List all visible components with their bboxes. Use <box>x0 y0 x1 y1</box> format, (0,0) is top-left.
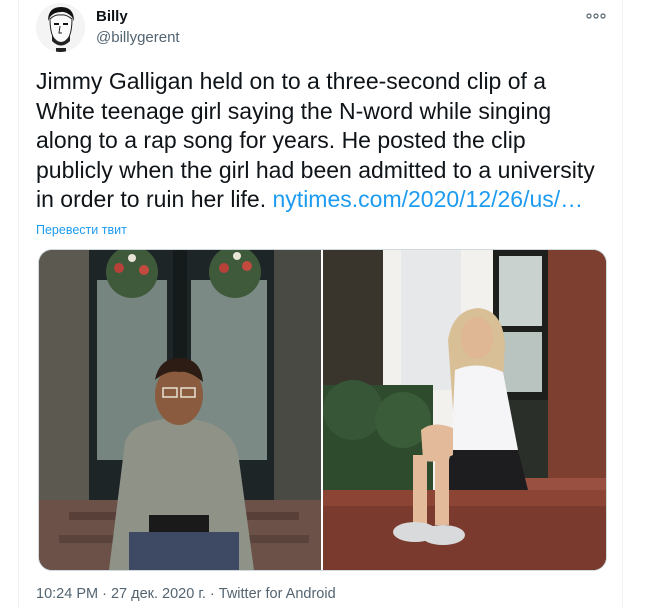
tweet-time[interactable]: 10:24 PM <box>36 586 98 602</box>
photo-girl[interactable] <box>323 250 606 570</box>
tweet-meta: 10:24 PM · 27 дек. 2020 г. · Twitter for… <box>36 586 336 602</box>
translate-tweet-link[interactable]: Перевести твит <box>36 223 127 237</box>
author-handle[interactable]: @billygerent <box>96 29 180 46</box>
photo-boy[interactable] <box>39 250 321 570</box>
tweet-date[interactable]: 27 дек. 2020 г. <box>111 586 206 602</box>
meta-separator-2: · <box>205 586 219 602</box>
meta-separator-1: · <box>98 586 111 602</box>
tweet-source[interactable]: Twitter for Android <box>219 586 336 602</box>
avatar[interactable] <box>36 3 85 52</box>
tweet-text: Jimmy Galligan held on to a three-second… <box>36 67 606 215</box>
author-name[interactable]: Billy <box>96 8 128 25</box>
media-attachment[interactable] <box>38 249 607 571</box>
more-dots <box>586 13 606 19</box>
more-options-icon[interactable] <box>584 8 608 24</box>
article-link[interactable]: nytimes.com/2020/12/26/us/… <box>273 186 584 212</box>
avatar-illustration <box>36 3 85 52</box>
